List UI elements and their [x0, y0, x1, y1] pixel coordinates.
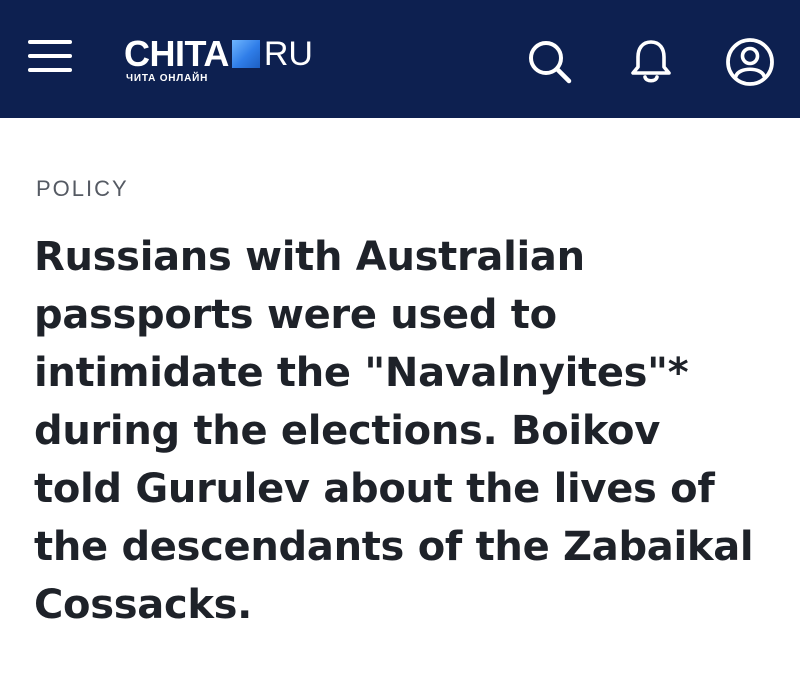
account-button[interactable] [724, 36, 774, 86]
article-category-link[interactable]: POLICY [36, 176, 129, 202]
logo-tagline: ЧИТА ОНЛАЙН [126, 73, 209, 84]
logo-brand-text: CHITA [124, 33, 229, 74]
logo-tld-text: RU [263, 35, 313, 73]
hamburger-menu-button[interactable] [28, 40, 72, 76]
logo-wordmark: CHITA RU [124, 33, 313, 74]
article-headline: Russians with Australian passports were … [34, 234, 754, 628]
hamburger-menu-icon-line [28, 68, 72, 72]
hamburger-menu-icon-line [28, 54, 72, 58]
top-navigation-bar: CHITA RU ЧИТА ОНЛАЙН [0, 0, 800, 118]
notifications-button[interactable] [626, 36, 676, 86]
site-logo[interactable]: CHITA RU ЧИТА ОНЛАЙН [124, 36, 364, 86]
logo-square-icon [231, 40, 260, 68]
search-button[interactable] [524, 36, 574, 86]
hamburger-menu-icon-line [28, 40, 72, 44]
search-icon [529, 41, 572, 84]
user-icon [726, 38, 774, 86]
bell-icon [631, 40, 671, 83]
